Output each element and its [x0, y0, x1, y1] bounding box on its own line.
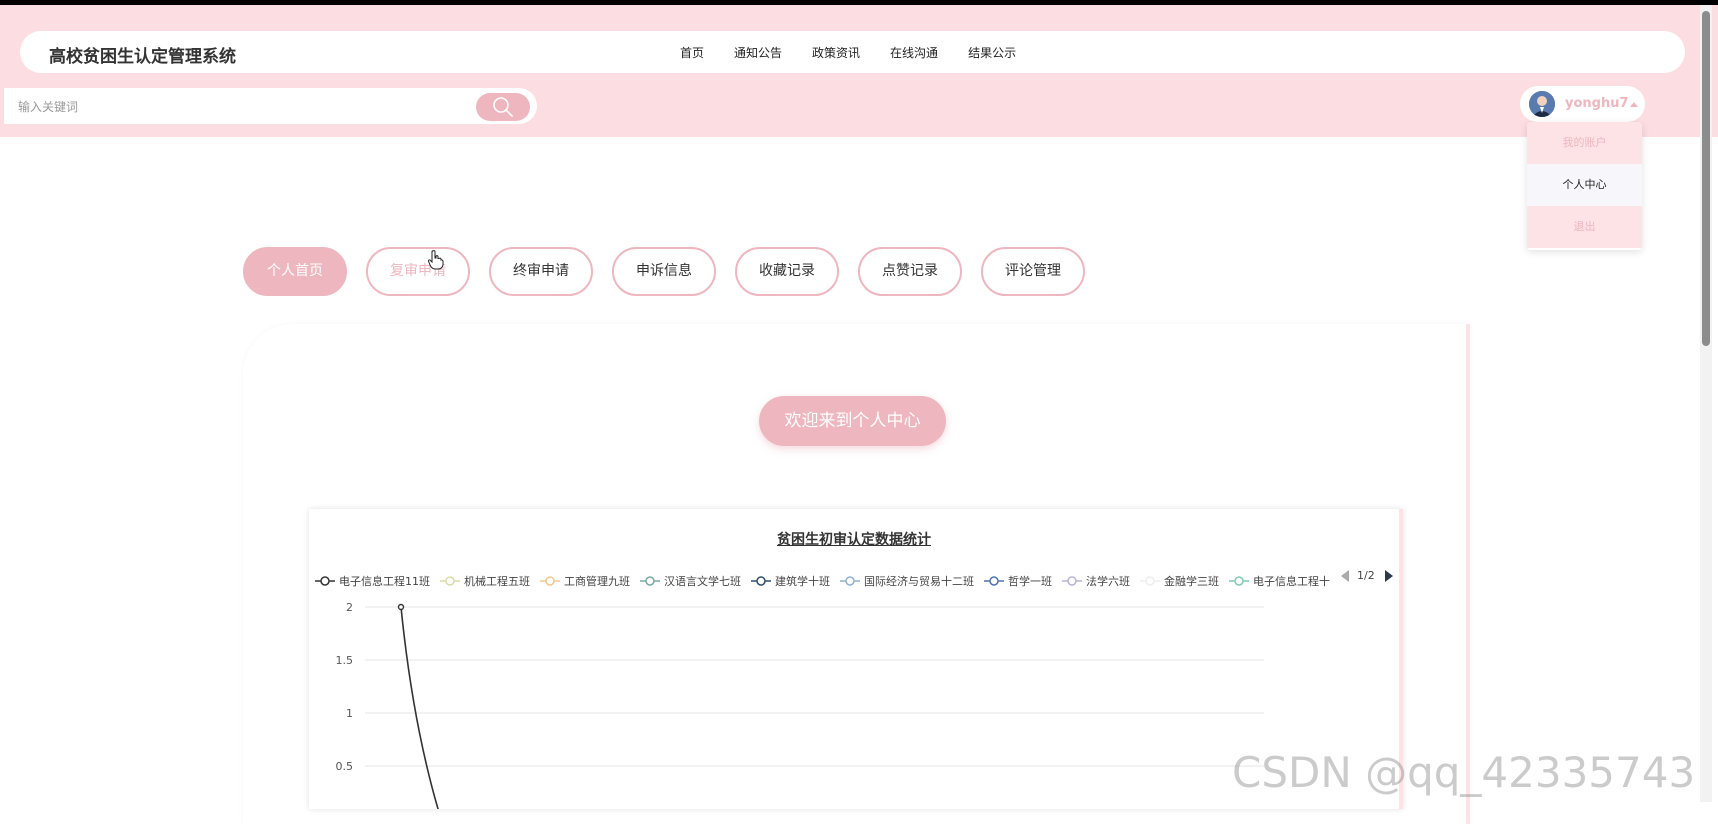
legend-label: 国际经济与贸易十二班 [864, 575, 974, 588]
legend-label: 工商管理九班 [564, 575, 630, 588]
watermark: CSDN @qq_42335743 [1232, 748, 1696, 797]
legend-marker-icon [1062, 576, 1082, 586]
legend-label: 哲学一班 [1008, 575, 1052, 588]
legend-item[interactable]: 金融学三班 [1140, 573, 1219, 589]
legend-label: 建筑学十班 [775, 575, 830, 588]
legend-marker-icon [440, 576, 460, 586]
legend-label: 金融学三班 [1164, 575, 1219, 588]
legend-item[interactable]: 电子信息工程十 [1229, 573, 1330, 589]
legend-item[interactable]: 电子信息工程11班 [315, 573, 430, 589]
legend-item[interactable]: 建筑学十班 [751, 573, 830, 589]
legend-label: 电子信息工程11班 [339, 575, 430, 588]
search-input[interactable] [16, 97, 440, 117]
tab-review-application[interactable]: 复审申请 [366, 247, 470, 296]
page-scrollbar[interactable] [1700, 5, 1712, 802]
legend-marker-icon [315, 576, 335, 586]
y-tick-label: 2 [346, 601, 353, 614]
legend-next-icon[interactable] [1383, 569, 1393, 582]
series-line [400, 606, 439, 809]
legend-marker-icon [984, 576, 1004, 586]
nav-home[interactable]: 首页 [680, 44, 704, 61]
tab-likes[interactable]: 点赞记录 [858, 247, 962, 296]
top-nav-bar: 高校贫困生认定管理系统 首页 通知公告 政策资讯 在线沟通 结果公示 [20, 31, 1685, 73]
legend-marker-icon [751, 576, 771, 586]
chart-title: 贫困生初审认定数据统计 [777, 532, 931, 548]
tab-comments[interactable]: 评论管理 [981, 247, 1085, 296]
legend-prev-icon[interactable] [1341, 569, 1351, 582]
y-tick-label: 0.5 [336, 760, 354, 773]
nav-online-chat[interactable]: 在线沟通 [890, 44, 938, 61]
personal-tabs: 个人首页 复审申请 终审申请 申诉信息 收藏记录 点赞记录 评论管理 [243, 247, 1104, 296]
welcome-banner: 欢迎来到个人中心 [759, 396, 946, 446]
site-title: 高校贫困生认定管理系统 [49, 47, 236, 67]
y-tick-label: 1 [346, 707, 353, 720]
user-dropdown-menu: 我的账户 个人中心 退出 [1527, 122, 1642, 250]
nav-policy-news[interactable]: 政策资讯 [812, 44, 860, 61]
legend-marker-icon [1229, 576, 1249, 586]
tab-favorites[interactable]: 收藏记录 [735, 247, 839, 296]
legend-item[interactable]: 法学六班 [1062, 573, 1130, 589]
legend-item[interactable]: 机械工程五班 [440, 573, 530, 589]
legend-label: 法学六班 [1086, 575, 1130, 588]
legend-marker-icon [540, 576, 560, 586]
search-button[interactable] [476, 93, 530, 121]
legend-marker-icon [1140, 576, 1160, 586]
legend-pager: 1/2 [1341, 569, 1393, 582]
tab-appeal-info[interactable]: 申诉信息 [612, 247, 716, 296]
legend-marker-icon [640, 576, 660, 586]
nav-links: 首页 通知公告 政策资讯 在线沟通 结果公示 [680, 31, 1046, 73]
legend-item[interactable]: 哲学一班 [984, 573, 1052, 589]
legend-item[interactable]: 国际经济与贸易十二班 [840, 573, 974, 589]
legend-item[interactable]: 汉语言文学七班 [640, 573, 741, 589]
user-menu-toggle[interactable]: yonghu7 [1520, 86, 1645, 122]
legend-label: 汉语言文学七班 [664, 575, 741, 588]
legend-label: 机械工程五班 [464, 575, 530, 588]
legend-page-indicator: 1/2 [1357, 569, 1375, 582]
search-icon [493, 97, 513, 117]
menu-my-account[interactable]: 我的账户 [1527, 122, 1642, 164]
nav-notices[interactable]: 通知公告 [734, 44, 782, 61]
legend-label: 电子信息工程十 [1253, 575, 1330, 588]
y-tick-label: 1.5 [336, 654, 354, 667]
caret-up-icon [1630, 102, 1638, 107]
avatar [1529, 91, 1555, 117]
scrollbar-thumb[interactable] [1702, 11, 1710, 346]
data-point[interactable] [397, 603, 405, 611]
username: yonghu7 [1565, 96, 1629, 111]
menu-logout[interactable]: 退出 [1527, 206, 1642, 248]
tab-final-application[interactable]: 终审申请 [489, 247, 593, 296]
tab-personal-home[interactable]: 个人首页 [243, 247, 347, 296]
menu-personal-center[interactable]: 个人中心 [1527, 164, 1642, 206]
search-box [4, 88, 537, 124]
legend-item[interactable]: 工商管理九班 [540, 573, 630, 589]
chart-legend: 电子信息工程11班 机械工程五班 工商管理九班 汉语言文学七班 建筑学十班 国际经济与贸易… [315, 573, 1340, 589]
legend-marker-icon [840, 576, 860, 586]
nav-results[interactable]: 结果公示 [968, 44, 1016, 61]
hand-cursor-icon [428, 250, 444, 270]
